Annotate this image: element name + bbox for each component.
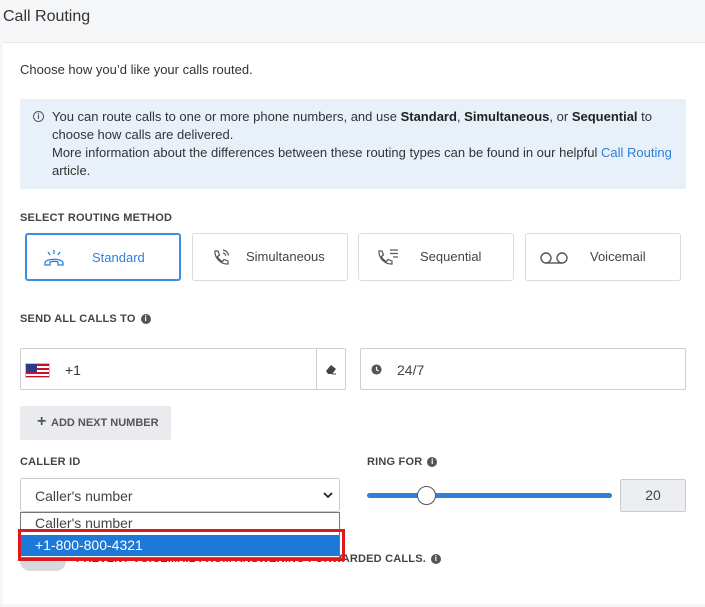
call-routing-link[interactable]: Call Routing [601, 145, 672, 160]
routing-method-label: SELECT ROUTING METHOD [20, 212, 173, 224]
phone-number-field[interactable]: +1 [20, 348, 346, 390]
selection-highlight [18, 529, 345, 561]
info-tooltip-icon[interactable]: i [140, 314, 151, 324]
clear-number-button[interactable] [316, 349, 345, 389]
caller-id-label: CALLER ID [20, 456, 81, 468]
chevron-down-icon [323, 492, 333, 499]
ring-for-slider-track[interactable] [367, 493, 612, 498]
schedule-value: 24/7 [397, 362, 425, 378]
send-calls-label: SEND ALL CALLS TO i [20, 313, 151, 325]
phone-ringing-icon [44, 250, 64, 266]
caller-id-selected-value: Caller's number [35, 488, 133, 504]
add-next-number-label: ADD NEXT NUMBER [51, 417, 159, 429]
call-routing-card: Choose how you’d like your calls routed.… [3, 42, 705, 604]
eraser-icon [326, 365, 336, 375]
phone-list-icon [378, 249, 398, 265]
routing-method-simultaneous[interactable]: Simultaneous [192, 233, 348, 281]
info-tooltip-icon[interactable]: i [427, 457, 438, 467]
country-code: +1 [65, 362, 81, 378]
routing-method-voicemail[interactable]: Voicemail [525, 233, 681, 281]
info-tooltip-icon[interactable]: i [431, 554, 441, 564]
ring-for-slider-handle[interactable] [417, 486, 436, 505]
plus-icon: + [37, 413, 47, 430]
add-next-number-button[interactable]: + ADD NEXT NUMBER [20, 406, 171, 440]
routing-method-sequential[interactable]: Sequential [358, 233, 514, 281]
clock-icon [371, 364, 382, 375]
routing-method-voicemail-label: Voicemail [590, 249, 646, 264]
page-title: Call Routing [3, 8, 91, 25]
routing-method-standard[interactable]: Standard [25, 233, 181, 281]
routing-method-standard-label: Standard [92, 250, 145, 265]
routing-method-simultaneous-label: Simultaneous [246, 249, 325, 264]
ring-for-label: RING FOR i [367, 456, 438, 468]
info-icon: i [33, 111, 44, 122]
voicemail-icon [540, 252, 568, 264]
ring-for-value: 20 [620, 479, 686, 512]
info-text: You can route calls to one or more phone… [52, 109, 672, 178]
us-flag-icon[interactable] [25, 363, 50, 378]
routing-method-sequential-label: Sequential [420, 249, 482, 264]
schedule-field[interactable]: 24/7 [360, 348, 686, 390]
intro-text: Choose how you’d like your calls routed. [20, 62, 253, 77]
info-box: i You can route calls to one or more pho… [20, 99, 686, 189]
caller-id-select[interactable]: Caller's number [20, 478, 340, 512]
phone-waves-icon [214, 249, 230, 265]
